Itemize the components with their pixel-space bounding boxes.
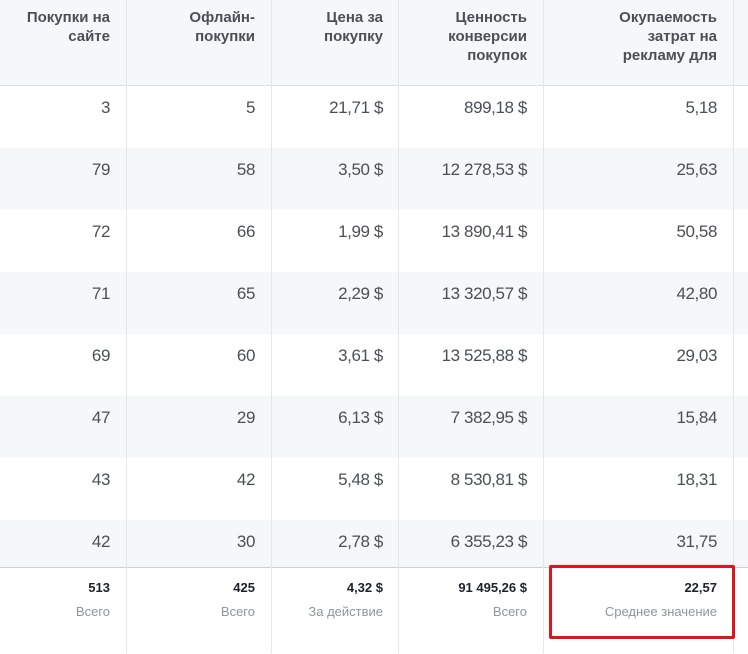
total-website-purchases-value: 513: [88, 580, 110, 595]
cell-conversion-value: 899,18 $: [464, 98, 527, 117]
total-conversion-value-value: 91 495,26 $: [458, 580, 527, 595]
cell-website-purchases: 71: [91, 284, 111, 303]
cell-website-purchases: 47: [91, 408, 111, 427]
cell-offline-purchases: 58: [236, 160, 256, 179]
cell-cost-per-purchase: 1,99 $: [338, 222, 383, 241]
average-value-highlight-box: [549, 565, 735, 639]
total-cost-per-purchase-value: 4,32 $: [346, 580, 383, 595]
cell-cost-per-purchase: 2,78 $: [338, 532, 383, 551]
table-row[interactable]: 69 60 3,61 $ 13 525,88 $ 29,03: [0, 334, 748, 396]
cell-cost-per-purchase: 3,50 $: [338, 160, 383, 179]
cell-offline-purchases: 66: [236, 222, 256, 241]
total-offline-purchases-value: 425: [233, 580, 255, 595]
column-header-purchase-conversion-value[interactable]: Ценность конверсии покупок: [397, 8, 527, 65]
cell-roas: 31,75: [676, 532, 717, 551]
column-header-offline-purchases[interactable]: Офлайн- покупки: [135, 8, 255, 46]
cell-conversion-value: 13 525,88 $: [441, 346, 528, 365]
table-row[interactable]: 47 29 6,13 $ 7 382,95 $ 15,84: [0, 396, 748, 458]
cell-conversion-value: 12 278,53 $: [441, 160, 528, 179]
column-divider[interactable]: [733, 0, 734, 653]
cell-cost-per-purchase: 3,61 $: [338, 346, 383, 365]
cell-roas: 29,03: [676, 346, 717, 365]
column-header-purchase-roas[interactable]: Окупаемость затрат на рекламу для: [547, 8, 717, 65]
column-divider[interactable]: [398, 0, 399, 653]
cell-website-purchases: 3: [100, 98, 110, 117]
column-divider[interactable]: [271, 0, 272, 653]
cell-website-purchases: 69: [91, 346, 111, 365]
cell-roas: 5,18: [685, 98, 718, 117]
table-row[interactable]: 3 5 21,71 $ 899,18 $ 5,18: [0, 86, 748, 148]
cell-cost-per-purchase: 5,48 $: [338, 470, 383, 489]
cell-conversion-value: 6 355,23 $: [450, 532, 528, 551]
table-row[interactable]: 79 58 3,50 $ 12 278,53 $ 25,63: [0, 148, 748, 210]
cell-offline-purchases: 42: [236, 470, 256, 489]
cell-offline-purchases: 29: [236, 408, 256, 427]
cell-cost-per-purchase: 6,13 $: [338, 408, 383, 427]
cell-cost-per-purchase: 2,29 $: [338, 284, 383, 303]
cell-conversion-value: 13 890,41 $: [441, 222, 528, 241]
cell-conversion-value: 8 530,81 $: [450, 470, 528, 489]
total-conversion-value-label: Всего: [492, 604, 527, 619]
cell-roas: 42,80: [676, 284, 717, 303]
table-row[interactable]: 43 42 5,48 $ 8 530,81 $ 18,31: [0, 458, 748, 520]
column-divider[interactable]: [126, 0, 127, 653]
cell-website-purchases: 43: [91, 470, 111, 489]
total-offline-purchases-label: Всего: [220, 604, 255, 619]
cell-cost-per-purchase: 21,71 $: [329, 98, 383, 117]
column-header-cost-per-purchase[interactable]: Цена за покупку: [263, 8, 383, 46]
cell-conversion-value: 7 382,95 $: [450, 408, 528, 427]
cell-website-purchases: 79: [91, 160, 111, 179]
total-website-purchases-label: Всего: [75, 604, 110, 619]
column-divider[interactable]: [543, 0, 544, 653]
column-header-website-purchases[interactable]: Покупки на сайте: [0, 8, 110, 46]
table-header: Покупки на сайте Офлайн- покупки Цена за…: [0, 0, 748, 86]
total-cost-per-purchase-label: За действие: [308, 604, 383, 619]
cell-offline-purchases: 30: [236, 532, 256, 551]
cell-roas: 50,58: [676, 222, 717, 241]
table-row[interactable]: 71 65 2,29 $ 13 320,57 $ 42,80: [0, 272, 748, 334]
table-row[interactable]: 72 66 1,99 $ 13 890,41 $ 50,58: [0, 210, 748, 272]
cell-roas: 18,31: [676, 470, 717, 489]
cell-offline-purchases: 5: [245, 98, 255, 117]
cell-offline-purchases: 60: [236, 346, 256, 365]
cell-offline-purchases: 65: [236, 284, 256, 303]
cell-roas: 15,84: [676, 408, 717, 427]
cell-roas: 25,63: [676, 160, 717, 179]
cell-conversion-value: 13 320,57 $: [441, 284, 528, 303]
ads-report-table: Покупки на сайте Офлайн- покупки Цена за…: [0, 0, 748, 654]
cell-website-purchases: 42: [91, 532, 111, 551]
cell-website-purchases: 72: [91, 222, 111, 241]
